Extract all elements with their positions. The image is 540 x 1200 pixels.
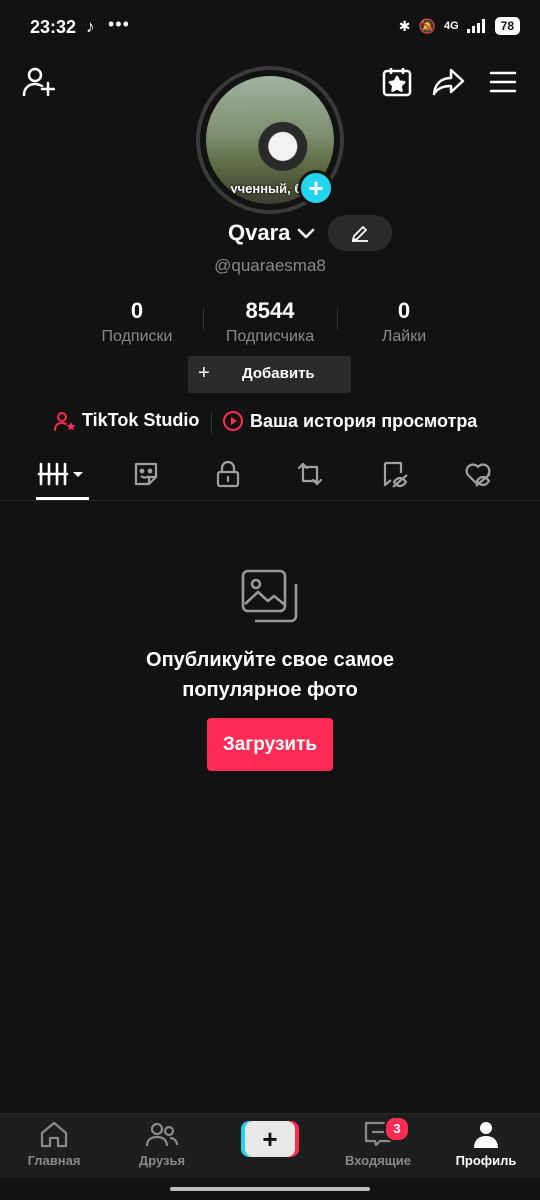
heart-hidden-icon — [465, 463, 491, 487]
add-friend-icon[interactable] — [18, 64, 58, 100]
create-button[interactable]: + — [241, 1121, 299, 1157]
friends-icon — [145, 1122, 179, 1147]
upload-button[interactable]: Загрузить — [207, 718, 333, 771]
home-icon — [40, 1121, 68, 1148]
add-button[interactable]: + Добавить — [188, 356, 351, 393]
status-time: 23:32 — [30, 17, 77, 37]
add-button-label: Добавить — [242, 365, 315, 382]
tab-liked[interactable] — [438, 450, 518, 498]
bluetooth-icon: ✱ — [398, 17, 411, 34]
more-notifications-icon: ••• — [108, 14, 130, 34]
tab-private[interactable] — [188, 450, 268, 498]
play-circle-icon — [223, 411, 243, 431]
tiktok-notification-icon: ♪ — [86, 17, 95, 36]
tiktok-studio-link[interactable]: TikTok Studio — [54, 410, 199, 431]
stat-followers-value: 8544 — [245, 298, 295, 323]
nav-home[interactable]: Главная — [4, 1120, 104, 1168]
favorites-calendar-icon[interactable] — [378, 64, 416, 100]
plus-icon: + — [198, 362, 210, 384]
stat-likes-label: Лайки — [381, 328, 427, 345]
creator-star-icon — [54, 411, 76, 431]
stat-likes[interactable]: 0 Лайки — [334, 298, 474, 346]
sticker-icon — [134, 462, 158, 486]
tab-favorites[interactable] — [355, 450, 435, 498]
stat-following-value: 0 — [130, 298, 144, 323]
battery-icon: 78 — [494, 17, 520, 35]
signal-icon — [466, 19, 485, 33]
links-divider — [211, 412, 212, 434]
add-story-button[interactable]: + — [298, 170, 334, 206]
plus-icon: + — [245, 1121, 295, 1157]
home-indicator[interactable] — [170, 1187, 370, 1191]
mute-icon: 🔕 — [418, 17, 436, 34]
nav-inbox-label: Входящие — [345, 1153, 411, 1168]
share-icon[interactable] — [430, 64, 468, 100]
nav-profile-label: Профиль — [455, 1153, 517, 1168]
stat-likes-value: 0 — [397, 298, 411, 323]
empty-state-line-1: Опубликуйте свое самое — [146, 649, 394, 671]
stat-followers[interactable]: 8544 Подписчика — [200, 298, 340, 346]
status-icons: ✱ 🔕 4G 78 — [399, 17, 520, 35]
pencil-icon — [352, 226, 368, 242]
grid-icon — [37, 462, 83, 486]
edit-profile-button[interactable] — [328, 215, 392, 251]
tab-reposts[interactable] — [106, 450, 186, 498]
nav-friends-label: Друзья — [138, 1153, 186, 1168]
nav-home-label: Главная — [27, 1153, 81, 1168]
nav-friends[interactable]: Друзья — [112, 1120, 212, 1168]
display-name[interactable]: Qvara — [228, 220, 315, 246]
stat-following-label: Подписки — [101, 328, 173, 345]
empty-state-title: Опубликуйте свое самое популярное фото — [0, 645, 540, 705]
empty-state-line-2: популярное фото — [182, 679, 358, 701]
stat-following[interactable]: 0 Подписки — [67, 298, 207, 346]
photo-icon — [238, 566, 302, 630]
chevron-down-icon — [297, 228, 314, 239]
inbox-badge: 3 — [384, 1116, 410, 1142]
display-name-text: Qvara — [228, 220, 291, 245]
user-handle: @quaraesma8 — [214, 256, 326, 275]
status-bar: 23:32 ♪ ••• ✱ 🔕 4G 78 — [0, 0, 540, 56]
active-tab-indicator — [36, 497, 89, 500]
menu-icon[interactable] — [484, 64, 522, 100]
nav-profile[interactable]: Профиль — [436, 1120, 536, 1168]
content-tabs — [0, 450, 540, 501]
bookmark-hidden-icon — [383, 461, 408, 488]
nav-inbox[interactable]: Входящие — [328, 1120, 428, 1168]
watch-history-link[interactable]: Ваша история просмотра — [222, 410, 477, 432]
stat-followers-label: Подписчика — [225, 328, 315, 345]
signal-net-label: 4G — [443, 20, 459, 32]
lock-icon — [216, 460, 240, 488]
profile-icon — [474, 1122, 498, 1148]
repost-icon — [297, 462, 323, 486]
tab-repost[interactable] — [270, 450, 350, 498]
tiktok-studio-label: TikTok Studio — [82, 410, 200, 430]
tab-videos[interactable] — [22, 450, 102, 498]
watch-history-label: Ваша история просмотра — [250, 410, 478, 431]
